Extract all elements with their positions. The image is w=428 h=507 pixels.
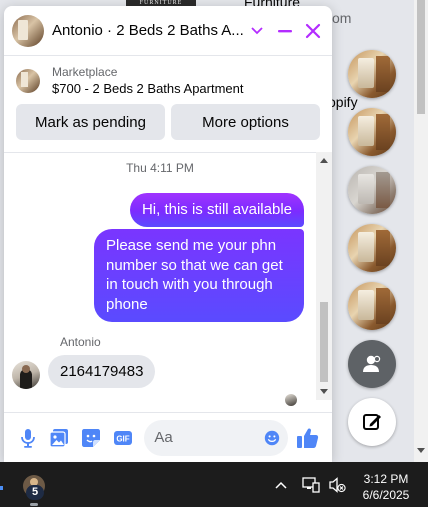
sticker-icon bbox=[81, 428, 100, 447]
chevron-down-icon[interactable] bbox=[250, 24, 264, 38]
network-button[interactable] bbox=[302, 476, 320, 494]
scroll-down-arrow-icon[interactable] bbox=[417, 448, 425, 453]
system-clock[interactable]: 3:12 PM 6/6/2025 bbox=[356, 471, 416, 503]
like-button[interactable] bbox=[292, 422, 324, 454]
contacts-button[interactable] bbox=[348, 340, 396, 388]
message-scrollbar-thumb[interactable] bbox=[320, 302, 328, 382]
page-scrollbar[interactable] bbox=[414, 0, 428, 462]
taskbar: 5 3:12 PM 6/6/2025 bbox=[0, 462, 428, 507]
show-hidden-icons-button[interactable] bbox=[272, 476, 290, 494]
gif-button[interactable]: GIF bbox=[107, 422, 139, 454]
emoji-icon[interactable] bbox=[264, 428, 280, 448]
seen-indicator-avatar bbox=[285, 394, 297, 406]
microphone-icon bbox=[20, 428, 35, 448]
sticker-button[interactable] bbox=[75, 422, 107, 454]
svg-text:GIF: GIF bbox=[116, 434, 129, 443]
clock-time: 3:12 PM bbox=[363, 472, 409, 486]
scroll-down-arrow-icon[interactable] bbox=[320, 389, 328, 394]
chat-header[interactable]: Antonio · 2 Beds 2 Baths A... bbox=[4, 6, 332, 56]
compose-icon bbox=[363, 414, 381, 430]
outgoing-message[interactable]: Please send me your phn number so that w… bbox=[94, 229, 304, 322]
chat-head-avatar[interactable] bbox=[348, 224, 396, 272]
chat-head-avatar[interactable] bbox=[348, 166, 396, 214]
minimize-button[interactable] bbox=[274, 20, 296, 42]
minimize-icon bbox=[278, 29, 292, 32]
message-input-container[interactable] bbox=[144, 419, 289, 456]
photo-icon bbox=[49, 428, 69, 448]
voice-clip-button[interactable] bbox=[12, 422, 44, 454]
message-scrollbar[interactable] bbox=[316, 152, 332, 400]
message-list: Thu 4:11 PM Hi, this is still available … bbox=[4, 152, 316, 406]
attach-photo-button[interactable] bbox=[44, 422, 76, 454]
notification-badge: 5 bbox=[26, 485, 44, 500]
chat-heads-column bbox=[332, 0, 414, 462]
clock-date: 6/6/2025 bbox=[362, 488, 410, 502]
chevron-up-icon bbox=[275, 481, 287, 489]
page-scrollbar-thumb[interactable] bbox=[417, 0, 425, 114]
chat-title[interactable]: Antonio · 2 Beds 2 Baths A... bbox=[52, 22, 244, 39]
taskbar-edge-indicator bbox=[0, 486, 3, 490]
contacts-icon bbox=[363, 355, 381, 372]
network-icon bbox=[302, 477, 320, 493]
chat-head-avatar[interactable] bbox=[348, 50, 396, 98]
mark-as-pending-button[interactable]: Mark as pending bbox=[16, 104, 165, 140]
chat-head-avatar[interactable] bbox=[348, 108, 396, 156]
sender-name: Antonio bbox=[60, 335, 101, 349]
contact-avatar[interactable] bbox=[12, 14, 44, 47]
chat-window: Antonio · 2 Beds 2 Baths A... Marketplac… bbox=[4, 6, 332, 462]
listing-title[interactable]: $700 - 2 Beds 2 Baths Apartment bbox=[52, 80, 244, 98]
incoming-message[interactable]: 2164179483 bbox=[48, 355, 156, 388]
gif-icon: GIF bbox=[113, 430, 132, 445]
volume-button[interactable] bbox=[328, 476, 346, 494]
message-timestamp: Thu 4:11 PM bbox=[126, 161, 194, 175]
listing-thumbnail[interactable] bbox=[16, 69, 40, 93]
marketplace-label: Marketplace bbox=[52, 65, 118, 79]
message-composer: GIF bbox=[4, 412, 332, 462]
marketplace-card: Marketplace $700 - 2 Beds 2 Baths Apartm… bbox=[4, 56, 332, 140]
active-app-indicator bbox=[30, 503, 38, 506]
message-input[interactable] bbox=[154, 429, 265, 446]
thumbs-up-icon bbox=[297, 428, 319, 448]
sender-avatar[interactable] bbox=[12, 361, 40, 389]
close-button[interactable] bbox=[302, 20, 324, 42]
new-message-button[interactable] bbox=[348, 398, 396, 446]
close-icon bbox=[305, 23, 321, 38]
volume-muted-icon bbox=[329, 477, 346, 493]
chat-head-avatar[interactable] bbox=[348, 282, 396, 330]
scroll-up-arrow-icon[interactable] bbox=[320, 158, 328, 163]
outgoing-message[interactable]: Hi, this is still available bbox=[129, 193, 304, 227]
more-options-button[interactable]: More options bbox=[171, 104, 320, 140]
